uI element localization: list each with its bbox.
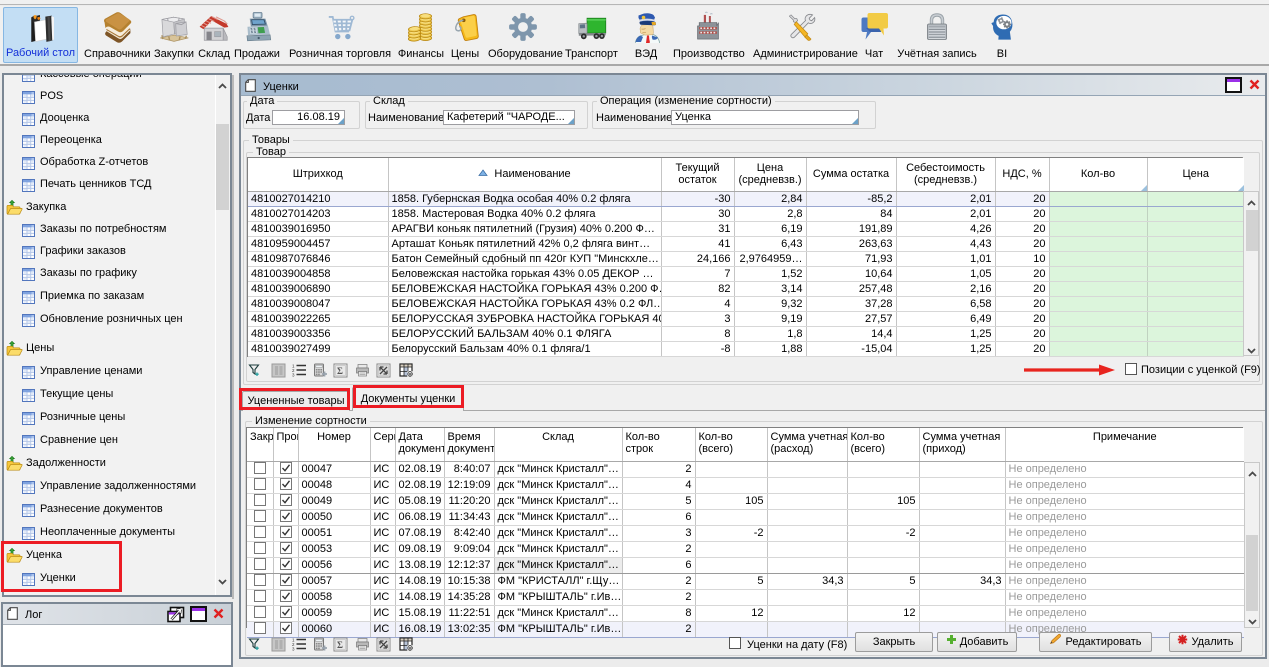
svg-text:Σ: Σ <box>337 366 343 376</box>
svg-text:3: 3 <box>292 647 295 652</box>
svg-text:3: 3 <box>292 373 295 378</box>
svg-text:Σ: Σ <box>337 640 343 650</box>
